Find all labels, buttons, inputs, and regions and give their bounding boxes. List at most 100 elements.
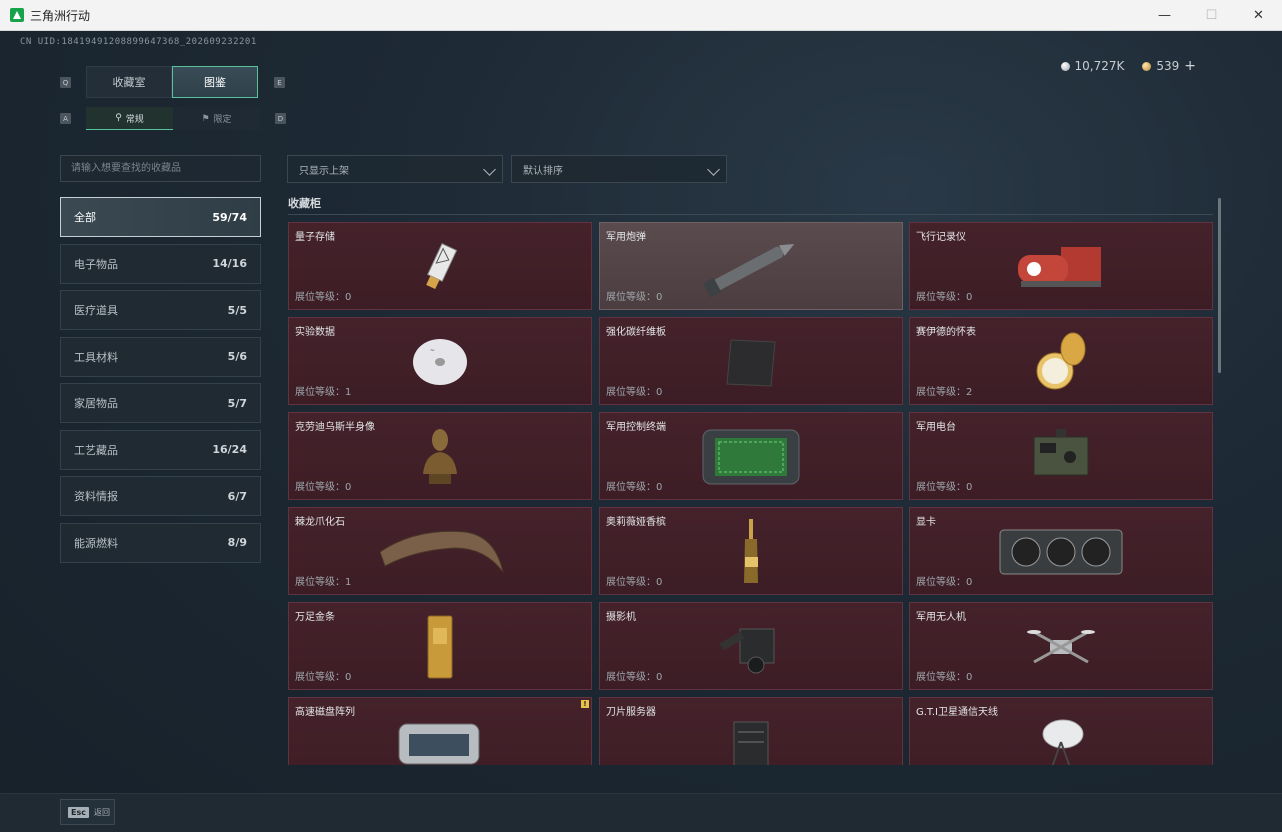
item-level: 展位等级：0 — [295, 292, 352, 303]
tab-regular[interactable]: ⚲ 常规 — [86, 107, 173, 130]
category-count: 8/9 — [227, 536, 247, 549]
category-count: 5/7 — [227, 396, 247, 410]
category-label: 工艺藏品 — [74, 443, 118, 457]
item-name: 军用控制终端 — [606, 422, 666, 433]
key-hint-d: D — [275, 113, 286, 124]
collection-card-satellite-dish[interactable]: G.T.I卫星通信天线 — [909, 697, 1213, 765]
category-medical[interactable]: 医疗道具 5/5 — [60, 290, 261, 330]
collection-card-drone[interactable]: 军用无人机 展位等级：0 — [909, 602, 1213, 690]
item-name: 棘龙爪化石 — [295, 517, 345, 528]
silver-currency: 10,727K — [1060, 59, 1125, 73]
satellite-dish-icon — [1042, 719, 1084, 765]
sort-value: 默认排序 — [523, 165, 563, 177]
category-label: 工具材料 — [74, 350, 118, 364]
category-count: 5/6 — [227, 350, 247, 363]
collection-card-artillery-shell[interactable]: 军用炮弹 展位等级：0 — [599, 222, 903, 310]
drone-icon — [1027, 630, 1095, 664]
item-name: 刀片服务器 — [606, 707, 656, 718]
carbon-plate-icon — [726, 339, 776, 387]
category-label: 能源燃料 — [74, 536, 118, 550]
collection-card-pocket-watch[interactable]: 赛伊德的怀表 展位等级：2 — [909, 317, 1213, 405]
section-divider — [288, 214, 1213, 215]
gold-currency: 539 + — [1142, 58, 1196, 74]
sub-tabs: ⚲ 常规 ⚑ 限定 — [86, 107, 260, 130]
disk-array-icon — [398, 723, 480, 765]
pocket-watch-icon — [1036, 332, 1086, 390]
collection-card-camera[interactable]: 摄影机 展位等级：0 — [599, 602, 903, 690]
category-household[interactable]: 家居物品 5/7 — [60, 383, 261, 423]
flight-recorder-icon — [1018, 247, 1101, 287]
item-name: 奥莉薇娅香槟 — [606, 517, 666, 528]
item-level: 展位等级：2 — [916, 387, 973, 398]
item-level: 展位等级：0 — [606, 577, 663, 588]
blade-server-icon — [733, 721, 769, 765]
collection-card-claw-fossil[interactable]: 棘龙爪化石 展位等级：1 — [288, 507, 592, 595]
regular-icon: ⚲ — [115, 113, 122, 123]
gold-amount: 539 — [1156, 59, 1180, 73]
category-label: 电子物品 — [74, 257, 118, 271]
category-intel[interactable]: 资料情报 6/7 — [60, 476, 261, 516]
category-crafts[interactable]: 工艺藏品 16/24 — [60, 429, 261, 470]
collection-card-experiment-data[interactable]: 实验数据 ~ 展位等级：1 — [288, 317, 592, 405]
collection-card-bust[interactable]: 克劳迪乌斯半身像 展位等级：0 — [288, 412, 592, 500]
category-count: 14/16 — [212, 257, 247, 270]
item-name: 赛伊德的怀表 — [916, 327, 976, 338]
gold-bar-icon — [427, 615, 453, 679]
category-count: 16/24 — [212, 443, 247, 456]
user-uid: CN UID:184194912088996473​68_20260923220… — [20, 37, 257, 47]
tab-limited[interactable]: ⚑ 限定 — [173, 107, 260, 130]
key-hint-a: A — [60, 113, 71, 124]
category-tools[interactable]: 工具材料 5/6 — [60, 336, 261, 377]
item-level: 展位等级：0 — [606, 482, 663, 493]
maximize-button[interactable]: ☐ — [1188, 0, 1235, 31]
add-currency-button[interactable]: + — [1184, 58, 1196, 74]
category-all[interactable]: 全部 59/74 — [60, 197, 261, 237]
tab-collection-room[interactable]: 收藏室 — [86, 66, 172, 98]
back-label: 返回 — [93, 807, 110, 817]
item-name: 实验数据 — [295, 327, 335, 338]
claw-fossil-icon — [379, 530, 504, 573]
bottom-bar: Esc 返回 — [0, 793, 1282, 832]
window-title: 三角洲行动 — [30, 8, 91, 23]
window-controls: — ☐ ✕ — [1141, 0, 1282, 31]
bust-icon — [423, 429, 457, 484]
section-title: 收藏柜 — [288, 197, 321, 210]
sort-dropdown[interactable]: 默认排序 — [511, 155, 727, 183]
artillery-shell-icon — [703, 243, 795, 298]
search-input[interactable] — [60, 155, 261, 182]
svg-text:~: ~ — [430, 347, 435, 354]
collection-card-quantum-storage[interactable]: 量子存储 展位等级：0 — [288, 222, 592, 310]
silver-amount: 10,727K — [1074, 59, 1125, 73]
champagne-icon — [744, 519, 758, 583]
item-name: 万足金条 — [295, 612, 335, 623]
key-hint-q: Q — [60, 77, 71, 88]
currency-display: 10,727K 539 + — [1060, 58, 1196, 74]
collection-card-gold-bar[interactable]: 万足金条 展位等级：0 — [288, 602, 592, 690]
collection-card-champagne[interactable]: 奥莉薇娅香槟 展位等级：0 — [599, 507, 903, 595]
category-electronics[interactable]: 电子物品 14/16 — [60, 243, 261, 284]
minimize-button[interactable]: — — [1141, 0, 1188, 31]
collection-card-flight-recorder[interactable]: 飞行记录仪 展位等级：0 — [909, 222, 1213, 310]
collection-card-blade-server[interactable]: 刀片服务器 — [599, 697, 903, 765]
item-name: G.T.I卫星通信天线 — [916, 707, 998, 718]
item-level: 展位等级：1 — [295, 387, 352, 398]
collection-card-disk-array[interactable]: 高速磁盘阵列 ! — [288, 697, 592, 765]
tab-regular-label: 常规 — [125, 114, 144, 125]
collection-card-carbon-plate[interactable]: 强化碳纤维板 展位等级：0 — [599, 317, 903, 405]
collection-grid: 量子存储 展位等级：0 军用炮弹 展位等级：0 飞行记录仪 展位等级：0 实验数… — [288, 222, 1213, 765]
limited-icon: ⚑ — [201, 113, 210, 124]
collection-card-radio[interactable]: 军用电台 展位等级：0 — [909, 412, 1213, 500]
item-level: 展位等级：0 — [916, 577, 973, 588]
collection-card-graphics-card[interactable]: 显卡 展位等级：0 — [909, 507, 1213, 595]
tab-catalog[interactable]: 图鉴 — [172, 66, 258, 98]
display-filter-dropdown[interactable]: 只显示上架 — [287, 155, 503, 183]
display-filter-value: 只显示上架 — [299, 165, 349, 177]
category-label: 医疗道具 — [74, 304, 118, 317]
back-button[interactable]: Esc 返回 — [60, 799, 115, 825]
close-button[interactable]: ✕ — [1235, 0, 1282, 31]
gold-coin-icon — [1142, 61, 1152, 71]
category-energy[interactable]: 能源燃料 8/9 — [60, 522, 261, 563]
collection-card-control-terminal[interactable]: 军用控制终端 展位等级：0 — [599, 412, 903, 500]
item-level: 展位等级：0 — [295, 482, 352, 493]
grid-scrollbar[interactable] — [1218, 198, 1221, 373]
